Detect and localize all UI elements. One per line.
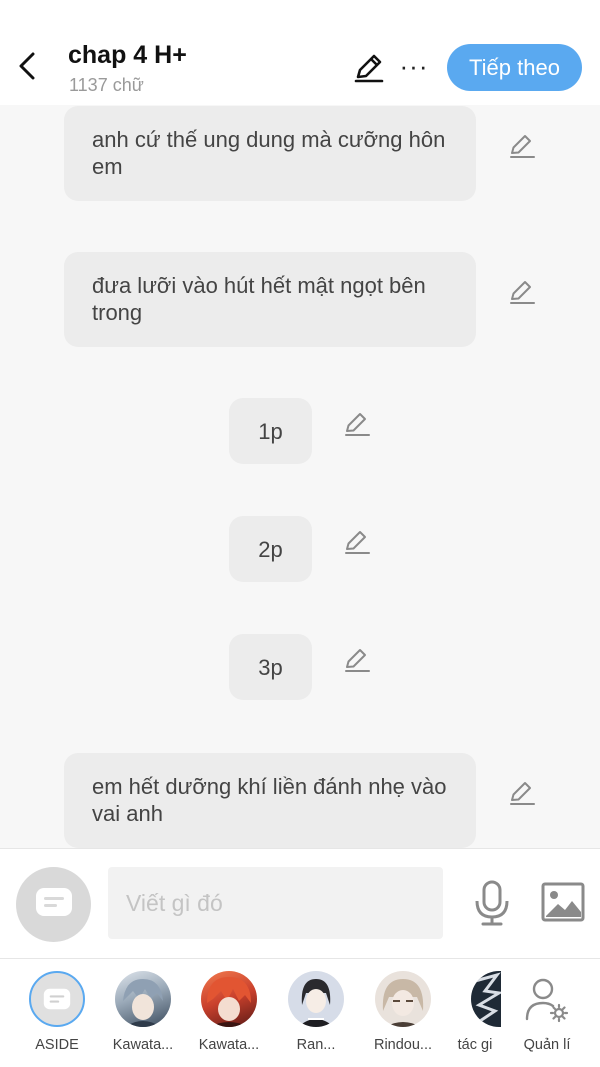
message-input[interactable] — [108, 867, 443, 939]
microphone-icon[interactable] — [470, 879, 514, 927]
edit-message-pencil-icon[interactable] — [342, 526, 372, 556]
character-label: Kawata... — [198, 1037, 260, 1053]
message-bubble[interactable]: em hết dưỡng khí liền đánh nhẹ vào vai a… — [64, 753, 476, 848]
character-label: Ran... — [296, 1037, 336, 1053]
avatar — [201, 971, 257, 1027]
composer-bar — [0, 848, 600, 958]
character-label: Rindou... — [373, 1037, 433, 1053]
character-rindou[interactable]: Rindou... — [363, 971, 443, 1053]
message-bubble[interactable]: 1p — [229, 398, 312, 464]
avatar — [288, 971, 344, 1027]
message-input-wrapper — [108, 867, 443, 939]
next-button[interactable]: Tiếp theo — [447, 44, 582, 91]
edit-message-pencil-icon[interactable] — [507, 777, 537, 807]
message-bubble[interactable]: đưa lưỡi vào hút hết mật ngọt bên trong — [64, 252, 476, 347]
character-label: tác gi — [457, 1037, 493, 1053]
edit-message-pencil-icon[interactable] — [507, 130, 537, 160]
message-bubble[interactable]: 3p — [229, 634, 312, 700]
character-ran[interactable]: Ran... — [276, 971, 356, 1053]
word-count: 1137 chữ — [69, 75, 144, 95]
avatar — [115, 971, 171, 1027]
edit-title-pencil-icon[interactable] — [352, 50, 386, 84]
character-kawata-2[interactable]: Kawata... — [189, 971, 269, 1053]
character-label: Quản lí — [523, 1037, 571, 1053]
avatar — [29, 971, 85, 1027]
user-settings-icon — [519, 971, 575, 1027]
chapter-title: chap 4 H+ — [68, 41, 187, 69]
edit-message-pencil-icon[interactable] — [342, 644, 372, 674]
edit-message-pencil-icon[interactable] — [342, 408, 372, 438]
message-bubble[interactable]: anh cứ thế ung dung mà cưỡng hôn em — [64, 106, 476, 201]
message-bubble[interactable]: 2p — [229, 516, 312, 582]
edit-message-pencil-icon[interactable] — [507, 276, 537, 306]
aside-character-button[interactable] — [16, 867, 91, 942]
character-tac-gia[interactable]: tác gi — [435, 971, 515, 1053]
avatar — [471, 971, 501, 1027]
avatar — [375, 971, 431, 1027]
character-kawata-1[interactable]: Kawata... — [103, 971, 183, 1053]
character-label: Kawata... — [112, 1037, 174, 1053]
back-arrow-icon[interactable] — [12, 48, 42, 84]
more-icon[interactable]: ··· — [398, 50, 430, 82]
top-bar: chap 4 H+ 1137 chữ ··· Tiếp theo — [0, 0, 600, 105]
manage-button[interactable]: Quản lí — [507, 971, 587, 1053]
message-icon — [35, 887, 73, 922]
character-aside[interactable]: ASIDE — [17, 971, 97, 1053]
character-label: ASIDE — [35, 1037, 79, 1053]
character-bar: ASIDE Kawata... Kawata... Ran... Rindou.… — [0, 958, 600, 1067]
image-icon[interactable] — [541, 882, 585, 922]
